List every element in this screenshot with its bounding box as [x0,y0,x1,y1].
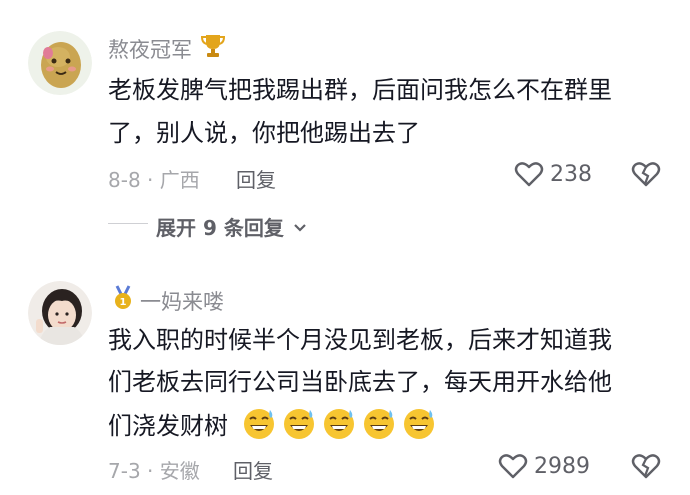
grinning-sweat-emoji [362,406,396,440]
comment-text-line: 们浇发财树 [108,406,442,444]
grinning-sweat-emoji [242,406,276,440]
divider [108,223,148,224]
chevron-down-icon [293,214,307,238]
expand-replies-label: 展开 9 条回复 [156,216,284,240]
grinning-sweat-emoji [282,406,316,440]
comment-meta: 8-8 · 广西 [108,168,200,192]
username[interactable]: 一妈来喽 [140,286,224,316]
like-heart-icon[interactable] [514,160,544,188]
trophy-icon [199,31,227,59]
reply-button[interactable]: 回复 [233,455,273,484]
svg-text:1: 1 [120,297,127,308]
comment-text-line: 我入职的时候半个月没见到老板，后来才知道我 [108,326,612,354]
medal-icon: 1 [112,284,134,312]
like-heart-icon[interactable] [498,452,528,480]
reply-button[interactable]: 回复 [236,164,276,193]
expand-replies-button[interactable]: 展开 9 条回复 [156,212,307,241]
avatar[interactable] [28,281,92,345]
avatar[interactable] [28,31,92,95]
like-count: 2989 [534,454,590,479]
dislike-broken-heart-icon[interactable] [631,452,661,480]
comment-text-line: 老板发脾气把我踢出群，后面问我怎么不在群里 [108,76,612,104]
comment-meta: 7-3 · 安徽 [108,459,200,483]
grinning-sweat-emoji [402,406,436,440]
emoji-row [242,409,442,440]
comment-text-tail: 们浇发财树 [108,412,228,440]
grinning-sweat-emoji [322,406,356,440]
comment-text-line: 们老板去同行公司当卧底去了，每天用开水给他 [108,368,612,396]
dislike-broken-heart-icon[interactable] [631,160,661,188]
username[interactable]: 熬夜冠军 [108,34,192,64]
comment-text-line: 了，别人说，你把他踢出去了 [108,119,420,147]
like-count: 238 [550,162,592,187]
